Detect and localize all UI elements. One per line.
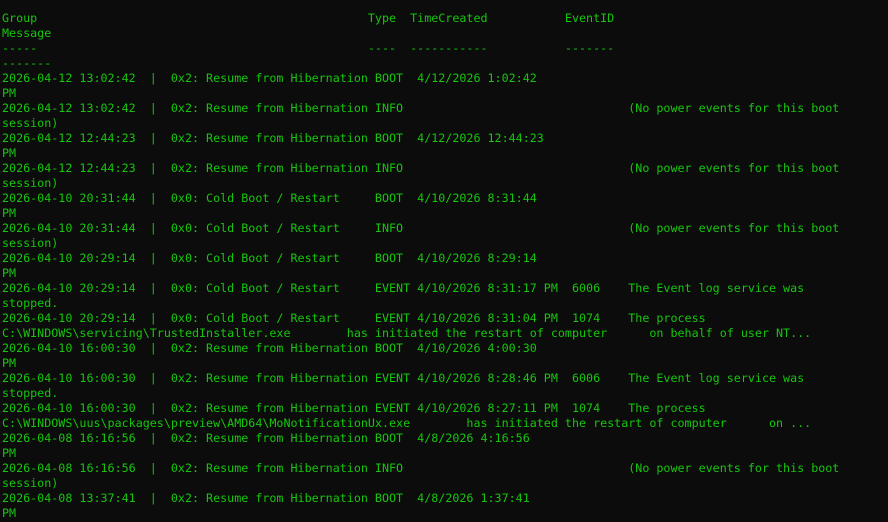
output-line: 2026-04-10 20:31:44 | 0x0: Cold Boot / R… (2, 221, 840, 235)
output-line: 2026-04-12 12:44:23 | 0x2: Resume from H… (2, 131, 544, 145)
output-line: C:\WINDOWS\uus\packages\preview\AMD64\Mo… (2, 416, 812, 430)
output-line: session) (2, 176, 59, 190)
header-underline-columns: ----- ---- ----------- ------- (2, 41, 615, 55)
output-line: 2026-04-10 20:31:44 | 0x0: Cold Boot / R… (2, 191, 537, 205)
output-line: PM (2, 446, 17, 460)
output-line: C:\WINDOWS\servicing\TrustedInstaller.ex… (2, 326, 812, 340)
output-line: PM (2, 206, 17, 220)
header-underline-message: ------- (2, 56, 52, 70)
terminal-window[interactable]: Group Type TimeCreated EventID Message -… (0, 0, 888, 522)
output-line: 2026-04-08 16:16:56 | 0x2: Resume from H… (2, 431, 530, 445)
output-line: PM (2, 356, 17, 370)
output-line: session) (2, 236, 59, 250)
output-line: stopped. (2, 386, 59, 400)
header-line-message: Message (2, 26, 52, 40)
output-line: 2026-04-08 13:37:41 | 0x2: Resume from H… (2, 491, 530, 505)
output-line: 2026-04-10 16:00:30 | 0x2: Resume from H… (2, 341, 537, 355)
output-line: 2026-04-10 16:00:30 | 0x2: Resume from H… (2, 401, 706, 415)
header-line-columns: Group Type TimeCreated EventID (2, 11, 615, 25)
console-output: Group Type TimeCreated EventID Message -… (2, 11, 888, 521)
output-line: 2026-04-10 20:29:14 | 0x0: Cold Boot / R… (2, 281, 805, 295)
output-line: 2026-04-12 13:02:42 | 0x2: Resume from H… (2, 101, 840, 115)
output-line: stopped. (2, 296, 59, 310)
output-line: 2026-04-08 16:16:56 | 0x2: Resume from H… (2, 461, 840, 475)
output-line: PM (2, 146, 17, 160)
output-line: 2026-04-10 16:00:30 | 0x2: Resume from H… (2, 371, 805, 385)
output-line: 2026-04-10 20:29:14 | 0x0: Cold Boot / R… (2, 251, 537, 265)
output-line: PM (2, 86, 17, 100)
output-line: session) (2, 476, 59, 490)
output-line: PM (2, 506, 17, 520)
output-line: 2026-04-12 12:44:23 | 0x2: Resume from H… (2, 161, 840, 175)
output-line: 2026-04-12 13:02:42 | 0x2: Resume from H… (2, 71, 537, 85)
output-line: 2026-04-10 20:29:14 | 0x0: Cold Boot / R… (2, 311, 706, 325)
output-line: PM (2, 266, 17, 280)
output-line: session) (2, 116, 59, 130)
